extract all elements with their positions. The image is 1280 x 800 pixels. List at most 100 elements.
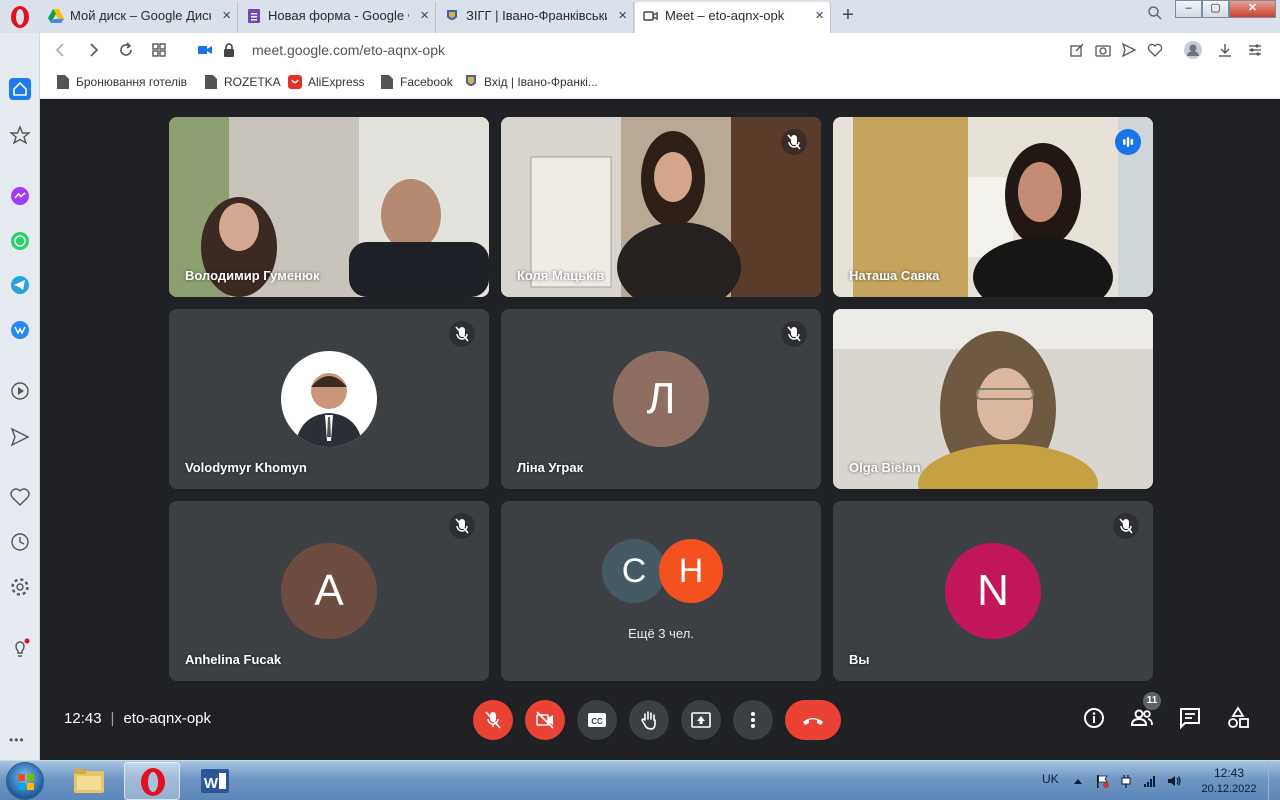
meeting-clock: 12:43: [64, 710, 102, 727]
vk-icon[interactable]: [9, 319, 31, 341]
language-indicator[interactable]: UK: [1042, 772, 1059, 786]
minimize-button[interactable]: –: [1175, 0, 1202, 18]
show-hidden-icons-icon[interactable]: [1070, 773, 1086, 789]
speed-dial-icon[interactable]: [150, 41, 168, 59]
maximize-button[interactable]: ▢: [1202, 0, 1229, 18]
self-tile[interactable]: N Вы: [833, 501, 1153, 681]
start-button[interactable]: [6, 762, 44, 800]
player-icon[interactable]: [9, 380, 31, 402]
windows-taskbar: W UK 12:43 20.12.2022: [0, 760, 1280, 800]
sidebar-more-button[interactable]: •••: [9, 733, 25, 747]
more-participants-tile[interactable]: С Н Ещё 3 чел.: [501, 501, 821, 681]
action-center-flag-icon[interactable]: [1094, 773, 1110, 789]
page-icon: [381, 75, 393, 89]
svg-text:CC: CC: [591, 717, 603, 726]
tab-google-forms[interactable]: Новая форма - Google Фо ×: [238, 2, 436, 33]
clock-time[interactable]: 12:43: [1196, 766, 1262, 780]
bookmark-login-if[interactable]: Вхід | Івано-Франкі...: [464, 75, 598, 89]
google-forms-icon: [248, 9, 260, 23]
telegram-icon[interactable]: [9, 274, 31, 296]
tab-close-icon[interactable]: ×: [222, 2, 231, 30]
leave-call-button[interactable]: [785, 700, 841, 740]
svg-text:W: W: [204, 775, 219, 792]
volume-icon[interactable]: [1166, 773, 1182, 789]
new-tab-button[interactable]: +: [838, 4, 858, 26]
clock-date[interactable]: 20.12.2022: [1196, 783, 1262, 795]
participant-name: Ліна Уграк: [517, 460, 584, 475]
home-icon[interactable]: [9, 78, 31, 100]
tab-close-icon[interactable]: ×: [618, 2, 627, 30]
participant-tile[interactable]: A Anhelina Fucak: [169, 501, 489, 681]
captions-icon: CC: [588, 713, 606, 727]
whatsapp-icon[interactable]: [9, 230, 31, 252]
raise-hand-button[interactable]: [629, 700, 669, 740]
tab-ziggg[interactable]: ЗІГГ | Івано-Франківський ×: [436, 2, 634, 33]
participant-avatar: N: [945, 543, 1041, 639]
participant-tile[interactable]: Л Ліна Уграк: [501, 309, 821, 489]
signal-strength-icon[interactable]: [1142, 773, 1158, 789]
tab-title: Meet – eto-aqnx-opk: [665, 8, 785, 23]
participant-tile[interactable]: Коля Мацьків: [501, 117, 821, 297]
send-icon[interactable]: [9, 426, 31, 448]
heart-icon[interactable]: [9, 486, 31, 508]
messenger-icon[interactable]: [9, 185, 31, 207]
lightbulb-icon[interactable]: [9, 637, 31, 659]
lock-icon[interactable]: [220, 41, 238, 59]
power-plug-icon[interactable]: [1118, 773, 1134, 789]
camera-icon[interactable]: [1095, 42, 1111, 58]
participant-tile-active-speaker[interactable]: Наташа Савка: [833, 117, 1153, 297]
easy-setup-icon[interactable]: [1247, 42, 1263, 58]
bookmark-rozetka[interactable]: ROZETKA: [204, 75, 281, 89]
bookmark-facebook[interactable]: Facebook: [380, 75, 453, 89]
bookmark-aliexpress[interactable]: AliExpress: [288, 75, 365, 89]
participant-tile[interactable]: Volodymyr Khomyn: [169, 309, 489, 489]
camera-toggle-button[interactable]: [525, 700, 565, 740]
star-icon[interactable]: [9, 124, 31, 146]
activities-icon[interactable]: [1226, 706, 1250, 730]
history-icon[interactable]: [9, 531, 31, 553]
taskbar-word[interactable]: W: [187, 762, 243, 800]
opera-menu-icon[interactable]: [8, 5, 32, 29]
mic-off-icon: [449, 513, 475, 539]
google-drive-icon: [48, 9, 64, 23]
heart-icon[interactable]: [1147, 42, 1163, 58]
settings-icon[interactable]: [9, 576, 31, 598]
tab-title: ЗІГГ | Івано-Франківський: [466, 8, 607, 23]
show-desktop-button[interactable]: [1268, 761, 1280, 800]
tab-meet[interactable]: Meet – eto-aqnx-opk ×: [635, 2, 831, 33]
meeting-details-icon[interactable]: [1082, 706, 1106, 730]
meet-icon: [643, 11, 658, 21]
close-window-button[interactable]: ✕: [1229, 0, 1276, 18]
profile-icon[interactable]: [1183, 40, 1203, 60]
taskbar-explorer[interactable]: [61, 762, 117, 800]
send-icon[interactable]: [1121, 42, 1137, 58]
forward-icon[interactable]: [84, 41, 102, 59]
hang-up-icon: [803, 718, 823, 725]
present-screen-button[interactable]: [681, 700, 721, 740]
tab-close-icon[interactable]: ×: [815, 2, 824, 30]
mic-off-icon: [449, 321, 475, 347]
chat-icon[interactable]: [1178, 706, 1202, 730]
tab-search-icon[interactable]: [1147, 5, 1163, 21]
back-icon[interactable]: [52, 41, 70, 59]
participant-tile[interactable]: Володимир Гуменюк: [169, 117, 489, 297]
mic-off-icon: [1113, 513, 1139, 539]
present-icon: [691, 712, 711, 728]
bookmark-hotels[interactable]: Бронювання готелів: [56, 75, 187, 89]
url-text[interactable]: meet.google.com/eto-aqnx-opk: [252, 42, 445, 58]
snapshot-edit-icon[interactable]: [1069, 42, 1085, 58]
tab-close-icon[interactable]: ×: [420, 2, 429, 30]
camera-active-icon[interactable]: [196, 41, 214, 59]
reload-icon[interactable]: [117, 41, 135, 59]
more-options-button[interactable]: [733, 700, 773, 740]
tab-google-drive[interactable]: Мой диск – Google Диск ×: [40, 2, 238, 33]
captions-button[interactable]: CC: [577, 700, 617, 740]
mic-off-icon: [485, 711, 501, 729]
taskbar-opera[interactable]: [124, 762, 180, 800]
crest-icon: [447, 10, 457, 20]
folder-icon: [74, 769, 104, 793]
participant-name: Volodymyr Khomyn: [185, 460, 307, 475]
download-icon[interactable]: [1217, 42, 1233, 58]
participant-tile[interactable]: Olga Bielan: [833, 309, 1153, 489]
microphone-toggle-button[interactable]: [473, 700, 513, 740]
